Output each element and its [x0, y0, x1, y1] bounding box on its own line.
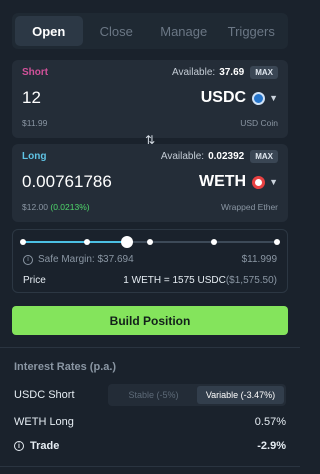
long-token-selector[interactable]: WETH ▼ [199, 173, 278, 191]
long-token-name: Wrapped Ether [220, 202, 278, 212]
weth-long-value: 0.57% [254, 416, 286, 428]
slider-step-dot[interactable] [147, 239, 153, 245]
tab-close[interactable]: Close [83, 16, 151, 46]
long-label: Long [22, 151, 47, 162]
position-tabs: Open Close Manage Triggers [12, 13, 288, 49]
chevron-down-icon: ▼ [269, 177, 278, 187]
price-usd: ($1,575.50) [225, 275, 277, 286]
safe-margin: i Safe Margin: $37.694 [23, 254, 134, 265]
long-available: Available: 0.02392 MAX [161, 150, 278, 163]
short-max-button[interactable]: MAX [250, 66, 278, 79]
long-amount-input[interactable]: 0.00761786 [22, 172, 112, 192]
leverage-slider-box: i Safe Margin: $37.694 $11.999 Price 1 W… [12, 229, 288, 293]
tab-open[interactable]: Open [15, 16, 83, 46]
info-icon[interactable]: i [14, 441, 24, 451]
usdc-short-rate-row: USDC Short Stable (-5%) Variable (-3.47%… [14, 384, 286, 406]
tab-triggers[interactable]: Triggers [218, 16, 286, 46]
divider [0, 466, 300, 467]
short-available-value: 37.69 [219, 67, 245, 78]
short-available: Available: 37.69 MAX [172, 66, 278, 79]
short-available-label: Available: [172, 67, 216, 78]
tab-manage[interactable]: Manage [150, 16, 218, 46]
rate-type-toggle: Stable (-5%) Variable (-3.47%) [108, 384, 286, 406]
short-panel: Short Available: 37.69 MAX 12 USDC ▼ $11… [12, 60, 288, 138]
usdc-short-label: USDC Short [14, 389, 75, 401]
slider-step-dot[interactable] [83, 239, 90, 245]
stable-rate-option[interactable]: Stable (-5%) [110, 386, 197, 404]
trade-label-group: i Trade [14, 440, 59, 452]
long-usd-change: (0.0213%) [50, 202, 90, 212]
long-panel: Long Available: 0.02392 MAX 0.00761786 W… [12, 144, 288, 222]
leverage-slider-track[interactable] [20, 236, 280, 248]
weth-long-rate-row: WETH Long 0.57% [14, 413, 286, 431]
price-label: Price [23, 275, 46, 286]
short-amount-input[interactable]: 12 [22, 88, 41, 108]
long-max-button[interactable]: MAX [250, 150, 278, 163]
slider-max-value: $11.999 [241, 254, 277, 265]
leverage-slider-fill [23, 241, 128, 243]
trade-rate-row: i Trade -2.9% [14, 437, 286, 455]
long-available-value: 0.02392 [208, 151, 245, 162]
chevron-down-icon: ▼ [269, 93, 278, 103]
slider-step-dot[interactable] [20, 239, 26, 245]
long-available-label: Available: [160, 151, 205, 162]
long-token-symbol: WETH [198, 173, 247, 190]
divider [0, 347, 300, 348]
slider-step-dot[interactable] [210, 239, 217, 245]
price-rate: 1 WETH = 1575 USDC [123, 275, 226, 286]
info-icon: i [23, 254, 33, 265]
safe-margin-label: Safe Margin: [38, 254, 95, 265]
short-usd-value: $11.99 [22, 118, 48, 128]
short-token-name: USD Coin [240, 118, 278, 128]
safe-margin-value: $37.694 [97, 254, 134, 265]
leverage-slider-handle[interactable] [121, 236, 134, 248]
short-token-symbol: USDC [200, 89, 247, 106]
weth-long-label: WETH Long [14, 416, 74, 428]
interest-rates-title: Interest Rates (p.a.) [14, 361, 117, 373]
short-token-selector[interactable]: USDC ▼ [201, 89, 278, 107]
long-usd-amount: $12.00 [22, 202, 48, 212]
short-label: Short [22, 67, 49, 78]
long-usd-value: $12.00 (0.0213%) [22, 202, 90, 212]
usdc-icon [252, 91, 266, 105]
price-value: 1 WETH = 1575 USDC($1,575.50) [123, 275, 277, 286]
swap-arrows-icon[interactable]: ⇅ [140, 130, 160, 150]
weth-icon [252, 175, 266, 189]
build-position-button[interactable]: Build Position [12, 306, 288, 335]
trade-value: -2.9% [257, 440, 286, 452]
variable-rate-option[interactable]: Variable (-3.47%) [197, 386, 284, 404]
slider-step-dot[interactable] [274, 239, 280, 245]
trade-label: Trade [30, 440, 60, 452]
